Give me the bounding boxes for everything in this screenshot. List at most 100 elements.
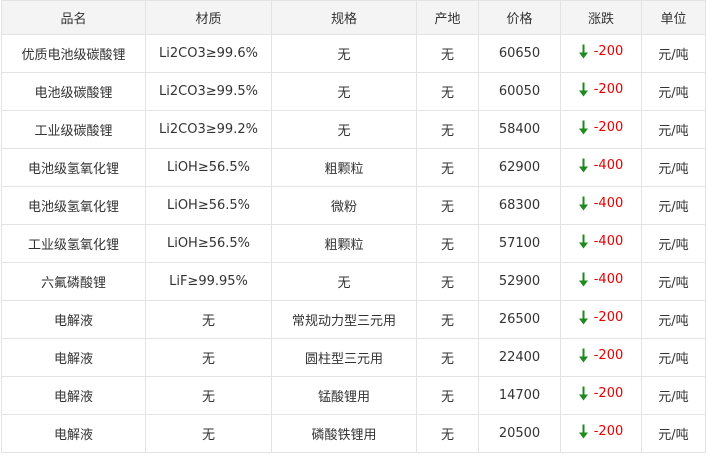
table-row: 电解液 无 锰酸锂用 无 14700 -200 元/吨 bbox=[1, 376, 706, 415]
cell-price: 22400 bbox=[478, 338, 561, 377]
cell-origin: 无 bbox=[416, 300, 479, 339]
cell-name: 优质电池级碳酸锂 bbox=[1, 34, 146, 73]
arrow-down-icon bbox=[578, 234, 588, 249]
cell-unit: 元/吨 bbox=[641, 72, 706, 111]
cell-price: 52900 bbox=[478, 262, 561, 301]
price-table-container: 品名 材质 规格 产地 价格 涨跌 单位 优质电池级碳酸锂 Li2CO3≥99.… bbox=[1, 0, 706, 455]
cell-unit: 元/吨 bbox=[641, 262, 706, 301]
table-row: 电解液 无 圆柱型三元用 无 22400 -200 元/吨 bbox=[1, 338, 706, 377]
cell-change: -200 bbox=[560, 72, 642, 111]
cell-spec: 微粉 bbox=[271, 186, 417, 225]
cell-price: 20500 bbox=[478, 414, 561, 453]
cell-change: -400 bbox=[560, 186, 642, 225]
cell-spec: 常规动力型三元用 bbox=[271, 300, 417, 339]
cell-price: 60050 bbox=[478, 72, 561, 111]
cell-name: 工业级氢氧化锂 bbox=[1, 224, 146, 263]
table-header: 品名 材质 规格 产地 价格 涨跌 单位 bbox=[1, 0, 706, 35]
cell-unit: 元/吨 bbox=[641, 186, 706, 225]
cell-change: -200 bbox=[560, 110, 642, 149]
cell-name: 电解液 bbox=[1, 376, 146, 415]
cell-change: -200 bbox=[560, 414, 642, 453]
cell-unit: 元/吨 bbox=[641, 34, 706, 73]
cell-material: Li2CO3≥99.2% bbox=[145, 110, 272, 149]
change-value: -200 bbox=[593, 424, 624, 439]
cell-change: -400 bbox=[560, 224, 642, 263]
cell-origin: 无 bbox=[416, 34, 479, 73]
cell-spec: 锰酸锂用 bbox=[271, 376, 417, 415]
cell-price: 26500 bbox=[478, 300, 561, 339]
table-body: 优质电池级碳酸锂 Li2CO3≥99.6% 无 无 60650 -200 元/吨… bbox=[1, 34, 706, 453]
table-row: 六氟磷酸锂 LiF≥99.95% 无 无 52900 -400 元/吨 bbox=[1, 262, 706, 301]
cell-price: 62900 bbox=[478, 148, 561, 187]
cell-name: 电解液 bbox=[1, 300, 146, 339]
arrow-down-icon bbox=[578, 310, 588, 325]
cell-spec: 圆柱型三元用 bbox=[271, 338, 417, 377]
cell-spec: 无 bbox=[271, 262, 417, 301]
cell-change: -200 bbox=[560, 34, 642, 73]
arrow-down-icon bbox=[578, 386, 588, 401]
arrow-down-icon bbox=[578, 348, 588, 363]
cell-origin: 无 bbox=[416, 72, 479, 111]
change-value: -400 bbox=[593, 196, 624, 211]
cell-name: 电解液 bbox=[1, 338, 146, 377]
cell-origin: 无 bbox=[416, 376, 479, 415]
change-value: -200 bbox=[593, 82, 624, 97]
table-row: 电池级碳酸锂 Li2CO3≥99.5% 无 无 60050 -200 元/吨 bbox=[1, 72, 706, 111]
cell-material: Li2CO3≥99.5% bbox=[145, 72, 272, 111]
cell-material: Li2CO3≥99.6% bbox=[145, 34, 272, 73]
cell-material: LiF≥99.95% bbox=[145, 262, 272, 301]
change-value: -200 bbox=[593, 120, 624, 135]
cell-price: 57100 bbox=[478, 224, 561, 263]
cell-origin: 无 bbox=[416, 186, 479, 225]
cell-origin: 无 bbox=[416, 224, 479, 263]
cell-material: LiOH≥56.5% bbox=[145, 148, 272, 187]
arrow-down-icon bbox=[578, 196, 588, 211]
cell-spec: 粗颗粒 bbox=[271, 224, 417, 263]
cell-spec: 无 bbox=[271, 72, 417, 111]
cell-material: LiOH≥56.5% bbox=[145, 224, 272, 263]
change-value: -400 bbox=[593, 158, 624, 173]
change-value: -400 bbox=[593, 272, 624, 287]
cell-unit: 元/吨 bbox=[641, 338, 706, 377]
cell-material: LiOH≥56.5% bbox=[145, 186, 272, 225]
cell-name: 六氟磷酸锂 bbox=[1, 262, 146, 301]
cell-origin: 无 bbox=[416, 414, 479, 453]
cell-origin: 无 bbox=[416, 338, 479, 377]
cell-unit: 元/吨 bbox=[641, 414, 706, 453]
header-change: 涨跌 bbox=[560, 0, 642, 35]
cell-name: 电池级碳酸锂 bbox=[1, 72, 146, 111]
cell-origin: 无 bbox=[416, 148, 479, 187]
table-row: 工业级碳酸锂 Li2CO3≥99.2% 无 无 58400 -200 元/吨 bbox=[1, 110, 706, 149]
table-row: 电解液 无 磷酸铁锂用 无 20500 -200 元/吨 bbox=[1, 414, 706, 453]
cell-price: 60650 bbox=[478, 34, 561, 73]
header-material: 材质 bbox=[145, 0, 272, 35]
change-value: -200 bbox=[593, 44, 624, 59]
cell-material: 无 bbox=[145, 300, 272, 339]
cell-change: -200 bbox=[560, 376, 642, 415]
header-row: 品名 材质 规格 产地 价格 涨跌 单位 bbox=[1, 0, 706, 35]
table-row: 电池级氢氧化锂 LiOH≥56.5% 粗颗粒 无 62900 -400 元/吨 bbox=[1, 148, 706, 187]
cell-name: 电池级氢氧化锂 bbox=[1, 148, 146, 187]
cell-change: -400 bbox=[560, 148, 642, 187]
table-row: 电解液 无 常规动力型三元用 无 26500 -200 元/吨 bbox=[1, 300, 706, 339]
price-table: 品名 材质 规格 产地 价格 涨跌 单位 优质电池级碳酸锂 Li2CO3≥99.… bbox=[1, 0, 706, 453]
cell-spec: 磷酸铁锂用 bbox=[271, 414, 417, 453]
change-value: -200 bbox=[593, 310, 624, 325]
cell-change: -200 bbox=[560, 300, 642, 339]
header-origin: 产地 bbox=[416, 0, 479, 35]
cell-unit: 元/吨 bbox=[641, 224, 706, 263]
cell-change: -200 bbox=[560, 338, 642, 377]
arrow-down-icon bbox=[578, 82, 588, 97]
cell-unit: 元/吨 bbox=[641, 110, 706, 149]
cell-unit: 元/吨 bbox=[641, 148, 706, 187]
header-name: 品名 bbox=[1, 0, 146, 35]
arrow-down-icon bbox=[578, 44, 588, 59]
cell-spec: 无 bbox=[271, 34, 417, 73]
arrow-down-icon bbox=[578, 272, 588, 287]
cell-spec: 粗颗粒 bbox=[271, 148, 417, 187]
header-unit: 单位 bbox=[641, 0, 706, 35]
arrow-down-icon bbox=[578, 158, 588, 173]
cell-name: 电池级氢氧化锂 bbox=[1, 186, 146, 225]
cell-material: 无 bbox=[145, 414, 272, 453]
header-price: 价格 bbox=[478, 0, 561, 35]
